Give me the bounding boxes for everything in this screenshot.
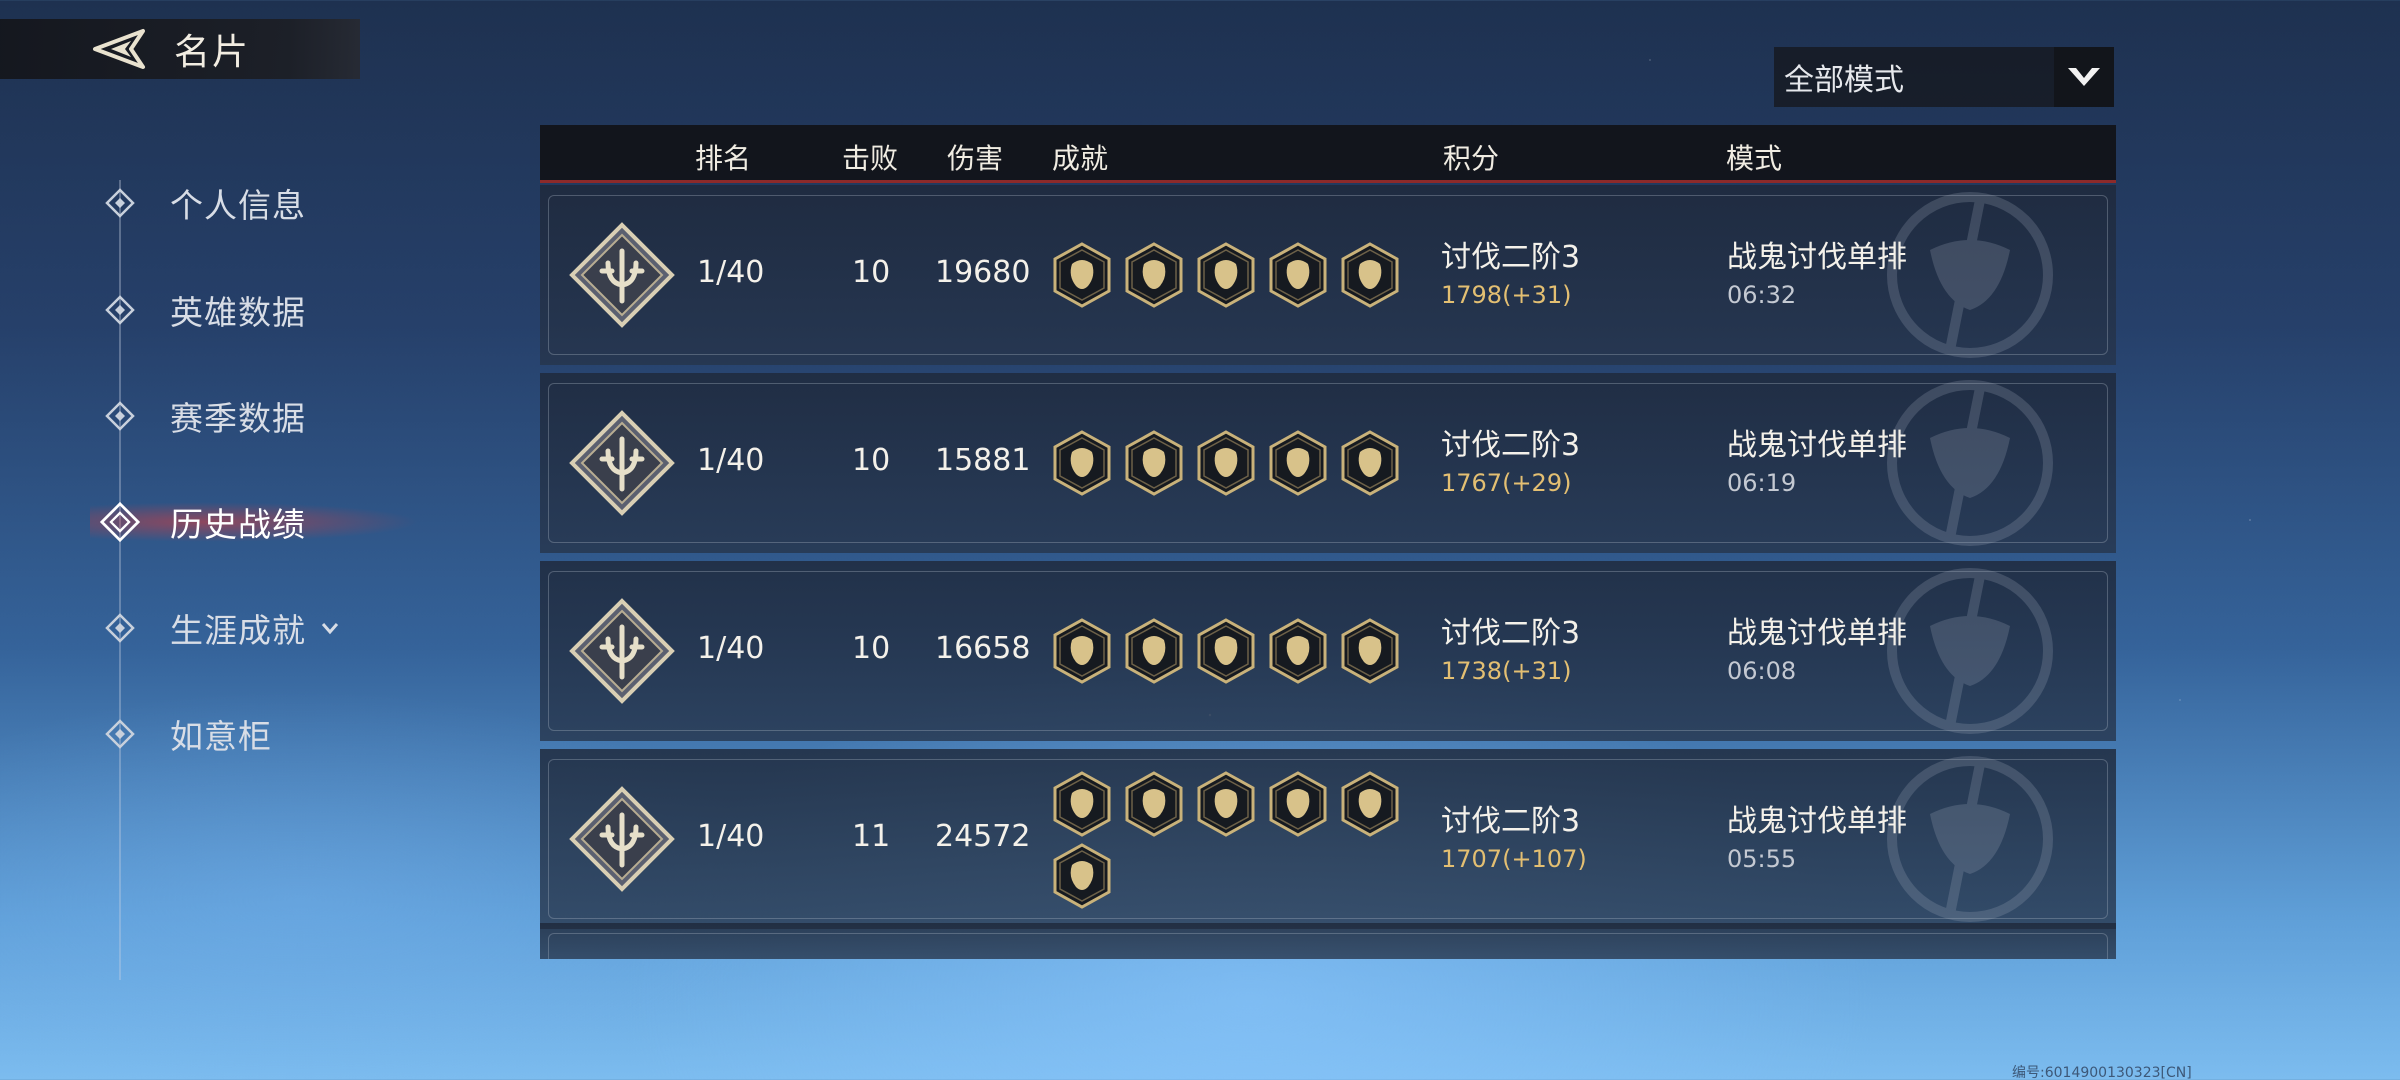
rank-value: 1/40: [697, 255, 765, 290]
tier-value: 讨伐二阶3: [1441, 240, 1581, 275]
chevron-down-icon: [320, 618, 340, 638]
sidebar-item-label: 英雄数据: [170, 293, 306, 332]
column-header-kills: 击败: [842, 142, 899, 175]
achievement-swirl-icon[interactable]: [1196, 242, 1256, 308]
kills-value: 10: [852, 443, 891, 478]
sidebar-item-label: 个人信息: [170, 186, 306, 225]
achievement-lion-icon[interactable]: [1052, 618, 1112, 684]
build-id-text: 编号:6014900130323[CN]: [2012, 1065, 2192, 1080]
rank-badge-icon: [568, 597, 676, 705]
duration-value: 05:55: [1727, 845, 1797, 873]
achievement-serpent-icon[interactable]: [1268, 242, 1328, 308]
achievement-swirl-icon[interactable]: [1196, 430, 1256, 496]
damage-value: 15881: [935, 443, 1031, 478]
achievement-monk-icon[interactable]: [1340, 771, 1400, 837]
rank-badge-icon: [568, 221, 676, 329]
sidebar-item-match-history[interactable]: 历史战绩: [90, 492, 420, 552]
sidebar-item-label: 赛季数据: [170, 399, 306, 438]
table-row[interactable]: 1/40 10 19680 讨伐二阶3 1798(+31) 战鬼讨伐单排 06:32: [540, 185, 2116, 365]
duration-value: 06:19: [1727, 469, 1797, 497]
column-header-damage: 伤害: [947, 142, 1004, 175]
achievement-lion-icon[interactable]: [1052, 430, 1112, 496]
rank-value: 1/40: [697, 819, 765, 854]
page-title: 名片: [174, 32, 251, 73]
rank-badge-icon: [568, 409, 676, 517]
achievement-dragon-icon[interactable]: [1124, 430, 1184, 496]
achievement-serpent-icon[interactable]: [1268, 430, 1328, 496]
match-history-table: 排名 击败 伤害 成就 积分 模式 1/40 10 19680 讨伐二阶3 1798(+…: [540, 125, 2116, 959]
achievement-warrior-icon[interactable]: [1052, 843, 1112, 909]
tier-value: 讨伐二阶3: [1441, 804, 1581, 839]
achievement-phoenix-icon[interactable]: [1196, 618, 1256, 684]
sidebar-nav: 个人信息 英雄数据 赛季数据 历史战绩 生涯成就 如意柜: [0, 120, 420, 980]
rank-badge-icon: [568, 785, 676, 893]
column-header-rank: 排名: [695, 142, 752, 175]
duration-value: 06:32: [1727, 281, 1797, 309]
achievement-serpent-icon[interactable]: [1268, 771, 1328, 837]
achievement-phoenix-icon[interactable]: [1196, 771, 1256, 837]
mode-value: 战鬼讨伐单排: [1727, 804, 1907, 839]
sidebar-item-label: 历史战绩: [170, 505, 306, 544]
chevron-down-icon[interactable]: [2054, 47, 2114, 107]
achievement-dragon-icon[interactable]: [1124, 771, 1184, 837]
mode-filter-dropdown[interactable]: 全部模式: [1774, 47, 2114, 107]
table-row[interactable]: 1/40 10 15881 讨伐二阶3 1767(+29) 战鬼讨伐单排 06:19: [540, 373, 2116, 553]
mode-value: 战鬼讨伐单排: [1727, 428, 1907, 463]
score-value: 1798(+31): [1441, 281, 1572, 309]
kills-value: 10: [852, 255, 891, 290]
duration-value: 06:08: [1727, 657, 1797, 685]
rank-value: 1/40: [697, 443, 765, 478]
score-value: 1707(+107): [1441, 845, 1587, 873]
sidebar-item-personal-info[interactable]: 个人信息: [100, 173, 306, 233]
title-bar: 名片: [0, 19, 360, 79]
score-value: 1738(+31): [1441, 657, 1572, 685]
mode-filter-value: 全部模式: [1784, 63, 1904, 98]
tier-value: 讨伐二阶3: [1441, 616, 1581, 651]
diamond-marker-icon: [100, 608, 140, 648]
column-header-achievements: 成就: [1052, 142, 1109, 175]
table-row[interactable]: 1/40 10 16658 讨伐二阶3 1738(+31) 战鬼讨伐单排 06:08: [540, 561, 2116, 741]
achievement-pagoda-icon[interactable]: [1340, 618, 1400, 684]
score-value: 1767(+29): [1441, 469, 1572, 497]
sidebar-item-label: 如意柜: [170, 717, 272, 756]
diamond-marker-icon: [100, 396, 140, 436]
diamond-marker-icon: [100, 714, 140, 754]
column-header-mode: 模式: [1726, 142, 1783, 175]
kills-value: 11: [852, 819, 891, 854]
kills-value: 10: [852, 631, 891, 666]
mode-value: 战鬼讨伐单排: [1727, 240, 1907, 275]
table-row[interactable]: 1/40 11 24572 讨伐二阶3 1707(+107) 战鬼讨伐单排 05:55: [540, 749, 2116, 929]
achievement-dragon-icon[interactable]: [1124, 242, 1184, 308]
rank-value: 1/40: [697, 631, 765, 666]
achievement-lion-icon[interactable]: [1052, 771, 1112, 837]
sidebar-item-career-achievements[interactable]: 生涯成就: [100, 598, 340, 658]
row-frame: [548, 933, 2108, 959]
column-header-score: 积分: [1443, 142, 1500, 175]
mode-value: 战鬼讨伐单排: [1727, 616, 1907, 651]
diamond-marker-icon: [100, 183, 140, 223]
achievement-lion-icon[interactable]: [1052, 242, 1112, 308]
achievement-serpent-icon[interactable]: [1268, 618, 1328, 684]
table-row[interactable]: [540, 923, 2116, 959]
achievement-warrior-icon[interactable]: [1340, 242, 1400, 308]
diamond-marker-icon: [100, 290, 140, 330]
sidebar-item-label: 生涯成就: [170, 611, 306, 650]
sidebar-item-wardrobe[interactable]: 如意柜: [100, 704, 272, 764]
achievement-warrior-icon[interactable]: [1340, 430, 1400, 496]
sidebar-item-season-data[interactable]: 赛季数据: [100, 386, 306, 446]
back-arrow-icon[interactable]: [90, 27, 150, 71]
table-header: 排名 击败 伤害 成就 积分 模式: [540, 125, 2116, 183]
tier-value: 讨伐二阶3: [1441, 428, 1581, 463]
damage-value: 19680: [935, 255, 1031, 290]
active-diamond-marker-icon: [100, 501, 140, 543]
achievement-dragon-icon[interactable]: [1124, 618, 1184, 684]
sidebar-item-hero-data[interactable]: 英雄数据: [100, 280, 306, 340]
damage-value: 24572: [935, 819, 1031, 854]
damage-value: 16658: [935, 631, 1031, 666]
